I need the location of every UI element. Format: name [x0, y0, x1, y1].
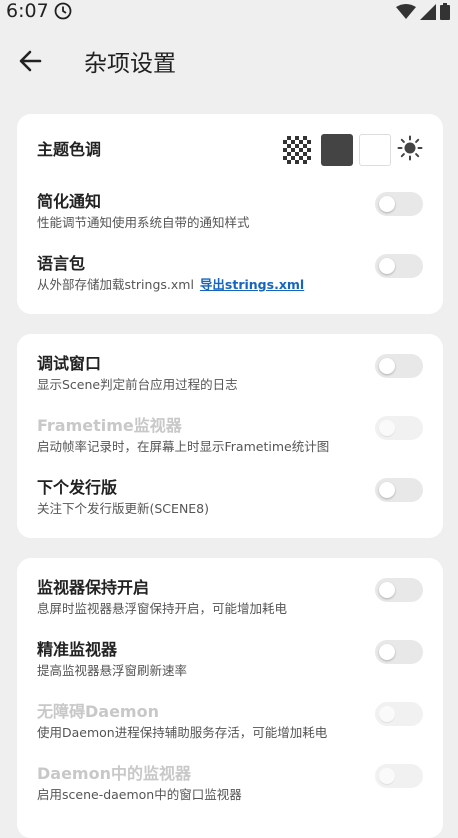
next-release-label: 下个发行版 [37, 478, 118, 497]
lang-pack-desc-text: 从外部存储加载strings.xml [37, 277, 194, 292]
precise-monitor-desc: 提高监视器悬浮窗刷新速率 [37, 663, 188, 678]
theme-row: 主题色调 [37, 134, 423, 166]
frametime-switch [375, 416, 423, 440]
battery-icon [440, 3, 450, 24]
theme-options [283, 134, 423, 166]
debug-window-desc: 显示Scene判定前台应用过程的日志 [37, 377, 238, 392]
lang-pack-row[interactable]: 语言包 从外部存储加载strings.xml 导出strings.xml [37, 254, 423, 293]
simple-notify-row[interactable]: 简化通知 性能调节通知使用系统自带的通知样式 [37, 192, 423, 231]
precise-monitor-row[interactable]: 精准监视器 提高监视器悬浮窗刷新速率 [37, 640, 423, 679]
back-arrow-icon[interactable] [14, 46, 48, 76]
daemon-monitor-label: Daemon中的监视器 [37, 764, 191, 783]
status-time: 6:07 [6, 0, 49, 22]
frametime-row: Frametime监视器 启动帧率记录时，在屏幕上时显示Frametime统计图 [37, 416, 423, 455]
app-bar: 杂项设置 [0, 24, 458, 96]
simple-notify-desc: 性能调节通知使用系统自带的通知样式 [37, 215, 250, 230]
monitor-keep-row[interactable]: 监视器保持开启 息屏时监视器悬浮窗保持开启，可能增加耗电 [37, 578, 423, 617]
lang-pack-desc: 从外部存储加载strings.xml 导出strings.xml [37, 277, 423, 293]
wifi-icon [396, 3, 416, 24]
accessibility-daemon-label: 无障碍Daemon [37, 702, 159, 721]
lang-pack-switch[interactable] [375, 254, 423, 278]
theme-transparent-option[interactable] [283, 136, 311, 164]
accessibility-daemon-switch [375, 702, 423, 726]
simple-notify-label: 简化通知 [37, 192, 102, 211]
card-monitor: 监视器保持开启 息屏时监视器悬浮窗保持开启，可能增加耗电 精准监视器 提高监视器… [17, 558, 443, 838]
status-bar: 6:07 [0, 0, 458, 24]
accessibility-daemon-row: 无障碍Daemon 使用Daemon进程保持辅助服务存活，可能增加耗电 [37, 702, 423, 741]
page-title: 杂项设置 [84, 51, 176, 77]
monitor-keep-label: 监视器保持开启 [37, 578, 150, 597]
theme-dark-option[interactable] [321, 134, 353, 166]
accessibility-daemon-desc: 使用Daemon进程保持辅助服务存活，可能增加耗电 [37, 725, 328, 740]
debug-window-switch[interactable] [375, 354, 423, 378]
daemon-monitor-row: Daemon中的监视器 启用scene-daemon中的窗口监视器 [37, 764, 423, 803]
daemon-monitor-desc: 启用scene-daemon中的窗口监视器 [37, 787, 242, 802]
signal-icon [420, 3, 436, 24]
frametime-label: Frametime监视器 [37, 416, 182, 435]
debug-window-row[interactable]: 调试窗口 显示Scene判定前台应用过程的日志 [37, 354, 423, 393]
daemon-monitor-switch [375, 764, 423, 788]
frametime-desc: 启动帧率记录时，在屏幕上时显示Frametime统计图 [37, 439, 330, 454]
next-release-row[interactable]: 下个发行版 关注下个发行版更新(SCENE8) [37, 478, 423, 517]
next-release-switch[interactable] [375, 478, 423, 502]
monitor-keep-switch[interactable] [375, 578, 423, 602]
monitor-keep-desc: 息屏时监视器悬浮窗保持开启，可能增加耗电 [37, 601, 288, 616]
lang-pack-label: 语言包 [37, 254, 86, 273]
precise-monitor-label: 精准监视器 [37, 640, 118, 659]
theme-light-option[interactable] [359, 134, 391, 166]
sun-icon[interactable] [397, 135, 423, 165]
next-release-desc: 关注下个发行版更新(SCENE8) [37, 501, 210, 516]
precise-monitor-switch[interactable] [375, 640, 423, 664]
export-strings-link[interactable]: 导出strings.xml [200, 277, 304, 292]
card-general: 主题色调 简化通知 性能调节通知使用系统自带的通知样式 语言包 从外部存储加载s… [17, 114, 443, 314]
card-debug: 调试窗口 显示Scene判定前台应用过程的日志 Frametime监视器 启动帧… [17, 334, 443, 538]
alarm-clock-icon [54, 2, 72, 24]
simple-notify-switch[interactable] [375, 192, 423, 216]
debug-window-label: 调试窗口 [37, 354, 102, 373]
